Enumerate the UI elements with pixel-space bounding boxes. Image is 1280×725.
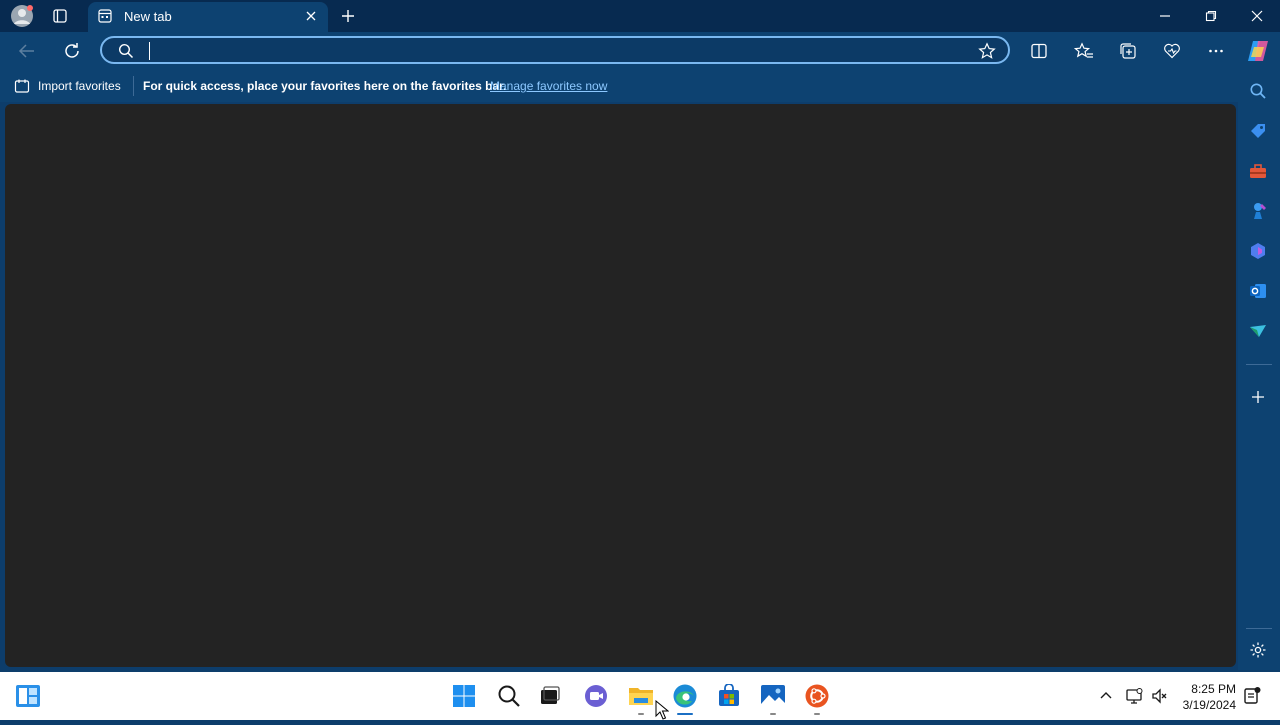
- mouse-cursor-icon: [655, 699, 670, 725]
- collections-icon[interactable]: [1119, 42, 1137, 65]
- notifications-icon[interactable]: [1243, 686, 1261, 711]
- tab-actions-icon[interactable]: [48, 0, 72, 32]
- favorites-hint: For quick access, place your favorites h…: [143, 79, 507, 93]
- back-icon[interactable]: [16, 41, 38, 66]
- ubuntu-indicator: [814, 713, 820, 715]
- photos-indicator: [770, 713, 776, 715]
- search-icon: [118, 43, 134, 64]
- edge-icon[interactable]: [669, 680, 701, 712]
- page-content[interactable]: [5, 104, 1236, 667]
- manage-favorites-link[interactable]: Manage favorites now: [490, 79, 607, 93]
- clock-date[interactable]: 3/19/2024: [1178, 698, 1236, 712]
- copilot-sidebar-icon[interactable]: [1246, 239, 1270, 263]
- sidebar-divider: [1246, 364, 1272, 365]
- import-favorites-button[interactable]: Import favorites: [38, 79, 121, 93]
- import-favorites-icon[interactable]: [14, 78, 30, 99]
- ubuntu-icon[interactable]: [801, 680, 833, 712]
- refresh-icon[interactable]: [62, 41, 82, 66]
- outlook-icon[interactable]: [1246, 279, 1270, 303]
- address-bar[interactable]: [100, 36, 1010, 64]
- minimize-icon[interactable]: [1152, 0, 1178, 32]
- photos-icon[interactable]: [757, 680, 789, 712]
- favorite-star-icon[interactable]: [978, 42, 996, 65]
- volume-muted-icon[interactable]: [1151, 687, 1169, 710]
- sidebar-search-icon[interactable]: [1246, 79, 1270, 103]
- sidebar-divider-bottom: [1246, 628, 1272, 629]
- file-explorer-icon[interactable]: [625, 680, 657, 712]
- network-icon[interactable]: [1125, 687, 1143, 710]
- tab-title: New tab: [124, 9, 172, 24]
- games-icon[interactable]: [1246, 199, 1270, 223]
- split-screen-icon[interactable]: [1030, 42, 1048, 65]
- address-input[interactable]: [150, 40, 954, 62]
- start-icon[interactable]: [448, 680, 480, 712]
- settings-icon[interactable]: [1246, 638, 1270, 662]
- close-tab-icon[interactable]: [304, 9, 318, 28]
- restore-icon[interactable]: [1198, 0, 1224, 32]
- taskbar-search-icon[interactable]: [493, 680, 525, 712]
- store-icon[interactable]: [713, 680, 745, 712]
- toolbox-icon[interactable]: [1246, 159, 1270, 183]
- new-tab-button[interactable]: [338, 0, 358, 32]
- text-caret: [149, 42, 150, 60]
- favorites-icon[interactable]: [1073, 42, 1094, 65]
- send-icon[interactable]: [1246, 319, 1270, 343]
- task-view-icon[interactable]: [534, 680, 566, 712]
- profile-avatar-icon[interactable]: [8, 0, 36, 32]
- copilot-icon[interactable]: [1245, 39, 1271, 68]
- edge-active-indicator: [677, 713, 693, 715]
- favorites-divider: [133, 76, 134, 96]
- tab-new-tab[interactable]: New tab: [88, 2, 328, 32]
- clock-time[interactable]: 8:25 PM: [1184, 682, 1236, 696]
- file-explorer-indicator: [638, 713, 644, 715]
- add-icon[interactable]: [1246, 385, 1270, 409]
- teams-chat-icon[interactable]: [580, 680, 612, 712]
- new-tab-icon: [98, 9, 112, 28]
- browser-essentials-icon[interactable]: [1163, 42, 1181, 65]
- shopping-tag-icon[interactable]: [1246, 119, 1270, 143]
- show-hidden-icons-icon[interactable]: [1098, 688, 1114, 709]
- widgets-icon[interactable]: [12, 680, 44, 712]
- more-options-icon[interactable]: [1207, 42, 1225, 65]
- close-window-icon[interactable]: [1244, 0, 1270, 32]
